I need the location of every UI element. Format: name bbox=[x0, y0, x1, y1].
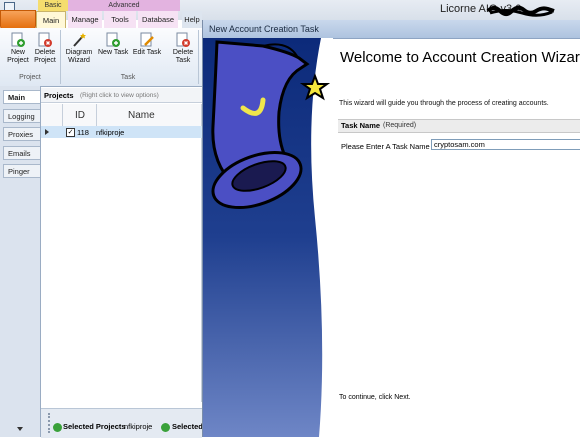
group-label-project: Project bbox=[19, 74, 41, 81]
context-group-basic: Basic bbox=[38, 0, 68, 11]
selected-tasks-label: Selected bbox=[172, 422, 203, 431]
new-project-button[interactable]: New Project bbox=[6, 32, 30, 65]
wizard-description: This wizard will guide you through the p… bbox=[339, 100, 549, 107]
delete-task-icon bbox=[175, 32, 191, 48]
selected-projects-value: nfkiproje bbox=[124, 422, 153, 431]
edit-task-button[interactable]: Edit Task bbox=[132, 32, 162, 57]
selected-projects-label: Selected Projects bbox=[63, 422, 126, 431]
delete-task-label: Delete Task bbox=[172, 49, 194, 64]
wizard-side-banner bbox=[203, 38, 333, 437]
row-name: nfkiproje bbox=[96, 128, 125, 137]
delete-task-button[interactable]: Delete Task bbox=[170, 32, 196, 65]
check-icon bbox=[161, 423, 170, 432]
diagram-wizard-button[interactable]: Diagram Wizard bbox=[64, 32, 94, 65]
diagram-wizard-label: Diagram Wizard bbox=[65, 49, 93, 64]
new-task-button[interactable]: New Task bbox=[98, 32, 128, 57]
new-task-label: New Task bbox=[98, 49, 129, 56]
grid-body bbox=[41, 104, 202, 402]
chevron-down-icon[interactable] bbox=[17, 427, 23, 431]
projects-hint: (Right click to view options) bbox=[80, 92, 159, 99]
task-name-field-label: Please Enter A Task Name : bbox=[341, 142, 434, 151]
nav-item-logging[interactable]: Logging bbox=[3, 109, 40, 123]
edit-task-label: Edit Task bbox=[132, 49, 162, 56]
redaction-scribble bbox=[486, 5, 555, 17]
task-name-input[interactable] bbox=[431, 139, 580, 150]
group-label-task: Task bbox=[120, 74, 136, 81]
new-task-icon bbox=[105, 32, 121, 48]
tab-database[interactable]: Database bbox=[138, 11, 178, 28]
new-project-icon bbox=[10, 32, 26, 48]
delete-project-label: Delete Project bbox=[34, 49, 56, 64]
app-menu-button[interactable] bbox=[0, 10, 36, 30]
tab-manage[interactable]: Manage bbox=[68, 11, 102, 28]
row-indicator-icon bbox=[45, 129, 49, 135]
row-id: 118 bbox=[77, 128, 89, 137]
tab-main[interactable]: Main bbox=[36, 11, 66, 28]
wand-icon bbox=[71, 32, 87, 48]
nav-item-main[interactable]: Main bbox=[3, 90, 40, 104]
check-icon bbox=[53, 423, 62, 432]
context-group-advanced: Advanced bbox=[68, 0, 180, 11]
wizard-window-title: New Account Creation Task bbox=[209, 24, 319, 34]
task-name-required-label: (Required) bbox=[383, 122, 417, 129]
row-checkbox[interactable]: ✓ bbox=[66, 128, 75, 137]
ribbon-group-separator bbox=[198, 30, 199, 84]
nav-item-emails[interactable]: Emails bbox=[3, 146, 40, 160]
projects-title: Projects bbox=[44, 91, 74, 100]
delete-project-icon bbox=[37, 32, 53, 48]
tab-tools[interactable]: Tools bbox=[104, 11, 136, 28]
status-grip bbox=[48, 413, 52, 433]
wizard-heading: Welcome to Account Creation Wizard bbox=[340, 49, 580, 66]
tab-help[interactable]: Help bbox=[182, 11, 202, 28]
task-name-section-label: Task Name bbox=[341, 121, 381, 130]
nav-item-proxies[interactable]: Proxies bbox=[3, 127, 40, 141]
new-project-label: New Project bbox=[7, 49, 29, 64]
ribbon-group-separator bbox=[60, 30, 61, 84]
delete-project-button[interactable]: Delete Project bbox=[32, 32, 58, 65]
wizard-footer-text: To continue, click Next. bbox=[339, 394, 411, 401]
nav-item-pinger[interactable]: Pinger bbox=[3, 164, 40, 178]
edit-task-icon bbox=[139, 32, 155, 48]
